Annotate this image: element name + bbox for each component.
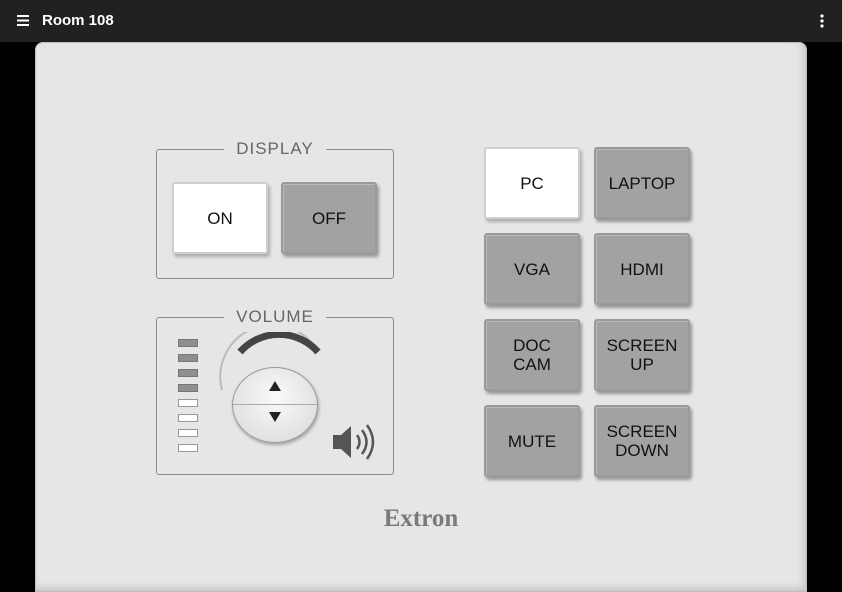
volume-level-bar	[178, 429, 198, 437]
display-group-label: DISPLAY	[224, 139, 326, 159]
volume-level-bar	[178, 339, 198, 347]
triangle-up-icon	[269, 381, 281, 391]
app-bar: Room 108	[0, 0, 842, 42]
source-pc-button[interactable]: PC	[484, 147, 580, 219]
hamburger-menu-icon[interactable]	[16, 14, 32, 28]
speaker-icon	[333, 424, 375, 460]
source-laptop-button[interactable]: LAPTOP	[594, 147, 690, 219]
more-vert-icon[interactable]	[816, 12, 828, 30]
source-vga-button[interactable]: VGA	[484, 233, 580, 305]
triangle-down-icon	[269, 412, 281, 422]
volume-level-bar	[178, 444, 198, 452]
volume-level-bar	[178, 369, 198, 377]
display-off-button[interactable]: OFF	[281, 182, 377, 254]
screen-up-button[interactable]: SCREEN UP	[594, 319, 690, 391]
volume-up-button[interactable]	[233, 368, 317, 404]
mute-button[interactable]: MUTE	[484, 405, 580, 477]
screen-down-button[interactable]: SCREEN DOWN	[594, 405, 690, 477]
display-on-button[interactable]: ON	[172, 182, 268, 254]
volume-level-bar	[178, 384, 198, 392]
page-title: Room 108	[42, 12, 114, 29]
volume-down-button[interactable]	[233, 405, 317, 441]
volume-level-bar	[178, 399, 198, 407]
source-hdmi-button[interactable]: HDMI	[594, 233, 690, 305]
control-panel: DISPLAY ON OFF VOLUME PC LAPTOP VGA HDMI…	[35, 42, 807, 592]
brand-logo: Extron	[383, 505, 459, 532]
volume-knob	[232, 367, 318, 443]
volume-level-bar	[178, 354, 198, 362]
volume-group-label: VOLUME	[224, 307, 326, 327]
source-doc-cam-button[interactable]: DOC CAM	[484, 319, 580, 391]
volume-level-bar	[178, 414, 198, 422]
